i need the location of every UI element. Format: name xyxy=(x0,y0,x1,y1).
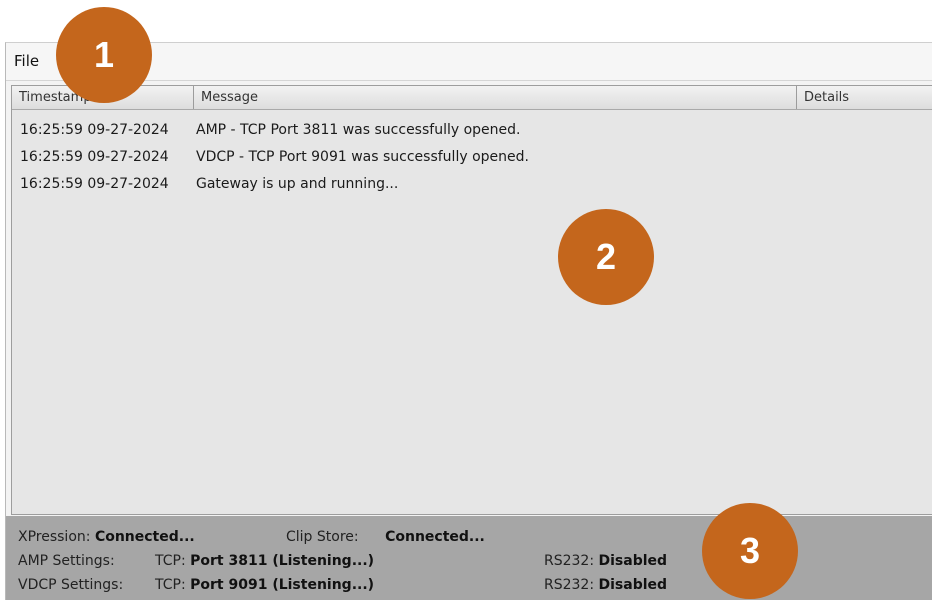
vdcp-rs232-status: RS232: Disabled xyxy=(544,577,667,593)
gateway-window: File Timestamp Message Details 16:25:59 … xyxy=(5,42,932,600)
log-row[interactable]: 16:25:59 09-27-2024 AMP - TCP Port 3811 … xyxy=(12,116,932,143)
vdcp-rs232-value: Disabled xyxy=(598,577,668,593)
amp-settings-label: AMP Settings: xyxy=(18,553,115,569)
log-message: Gateway is up and running... xyxy=(196,175,399,192)
log-timestamp: 16:25:59 09-27-2024 xyxy=(20,175,169,192)
column-header-details[interactable]: Details xyxy=(797,86,932,109)
vdcp-tcp-label: TCP: xyxy=(155,577,186,593)
log-message: AMP - TCP Port 3811 was successfully ope… xyxy=(196,121,521,138)
vdcp-tcp-value: Port 9091 (Listening...) xyxy=(190,577,375,593)
xpression-status: XPression: Connected... xyxy=(18,529,195,545)
callout-3: 3 xyxy=(702,503,798,599)
log-row[interactable]: 16:25:59 09-27-2024 Gateway is up and ru… xyxy=(12,170,932,197)
clipstore-status-value: Connected... xyxy=(385,529,485,545)
vdcp-tcp-status: TCP: Port 9091 (Listening...) xyxy=(155,577,374,593)
amp-rs232-value: Disabled xyxy=(598,553,668,569)
xpression-status-value: Connected... xyxy=(94,529,195,545)
clipstore-status: Clip Store: Connected... xyxy=(286,529,485,545)
log-message: VDCP - TCP Port 9091 was successfully op… xyxy=(196,148,529,165)
column-header-message[interactable]: Message xyxy=(194,86,797,109)
callout-2: 2 xyxy=(558,209,654,305)
log-list: 16:25:59 09-27-2024 AMP - TCP Port 3811 … xyxy=(12,116,932,197)
amp-tcp-value: Port 3811 (Listening...) xyxy=(190,553,375,569)
log-column-headers: Timestamp Message Details xyxy=(12,86,932,110)
menu-file[interactable]: File xyxy=(14,52,39,70)
log-panel[interactable]: Timestamp Message Details 16:25:59 09-27… xyxy=(11,85,932,515)
amp-rs232-label: RS232: xyxy=(544,553,595,569)
xpression-status-label: XPression: xyxy=(18,529,91,545)
vdcp-settings-label: VDCP Settings: xyxy=(18,577,124,593)
amp-rs232-status: RS232: Disabled xyxy=(544,553,667,569)
callout-1: 1 xyxy=(56,7,152,103)
log-timestamp: 16:25:59 09-27-2024 xyxy=(20,121,169,138)
log-row[interactable]: 16:25:59 09-27-2024 VDCP - TCP Port 9091… xyxy=(12,143,932,170)
log-timestamp: 16:25:59 09-27-2024 xyxy=(20,148,169,165)
amp-tcp-label: TCP: xyxy=(155,553,186,569)
vdcp-rs232-label: RS232: xyxy=(544,577,595,593)
amp-tcp-status: TCP: Port 3811 (Listening...) xyxy=(155,553,374,569)
clipstore-status-label: Clip Store: xyxy=(286,529,359,545)
